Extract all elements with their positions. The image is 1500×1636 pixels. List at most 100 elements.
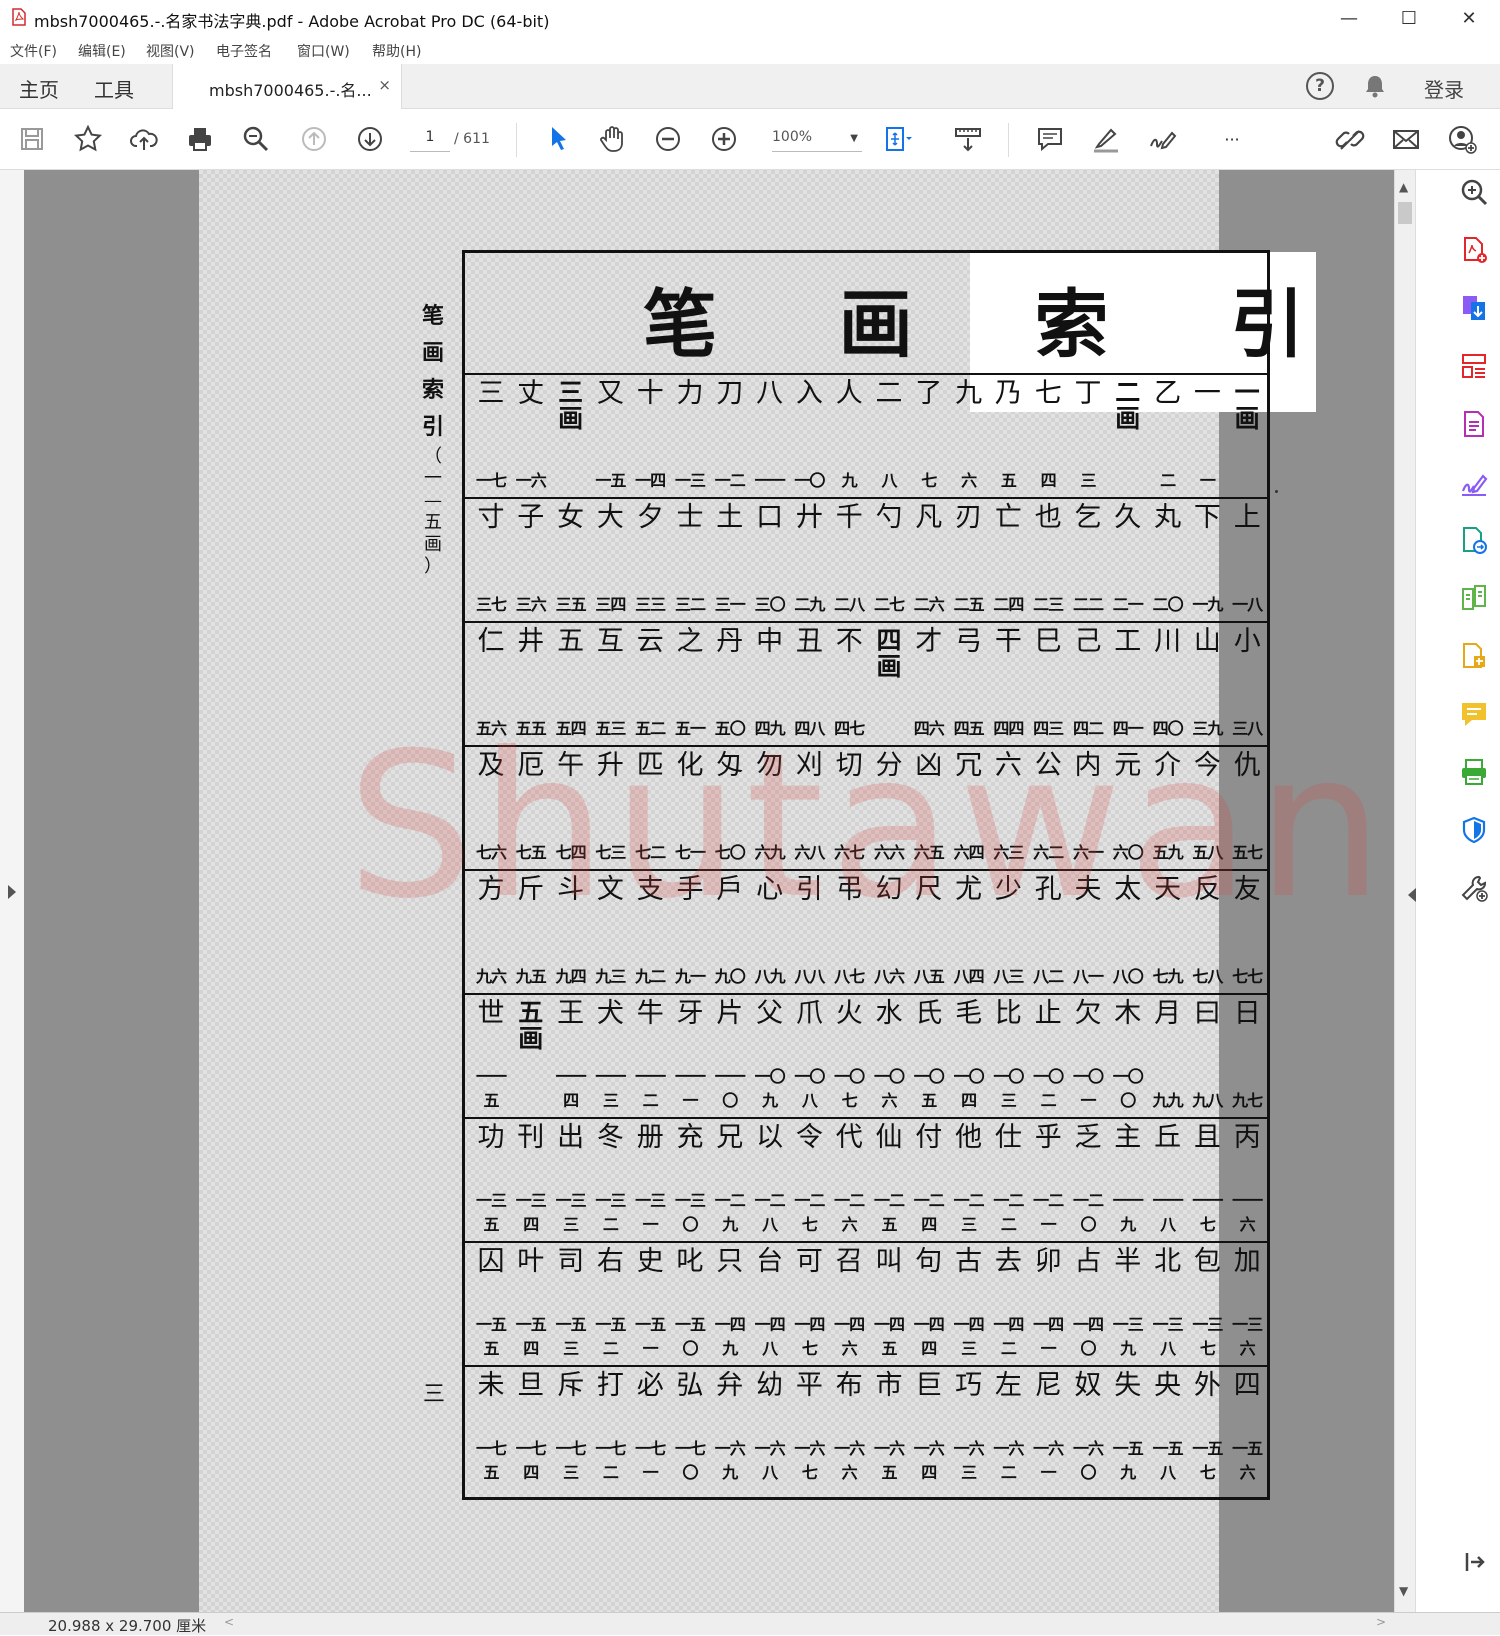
index-entry[interactable]: 史一五一 [630,1241,670,1365]
index-entry[interactable]: 犬一一三 [590,993,630,1117]
index-entry[interactable]: 乞二二 [1068,497,1108,621]
highlight-pen-icon[interactable] [1090,123,1122,155]
index-entry[interactable]: 打一七二 [590,1365,630,1489]
index-entry[interactable]: 水一〇六 [869,993,909,1117]
fit-page-icon[interactable] [882,123,914,155]
index-entry[interactable]: 刃二五 [949,497,989,621]
index-entry[interactable]: 充一三〇 [670,1117,710,1241]
page-number-input[interactable]: 1 [410,129,450,152]
index-entry[interactable]: 册一三一 [630,1117,670,1241]
index-entry[interactable]: 大三四 [590,497,630,621]
index-entry[interactable]: 女三五 [551,497,591,621]
notification-bell-icon[interactable] [1364,74,1386,98]
index-entry[interactable]: 可一四七 [789,1241,829,1365]
index-entry[interactable]: 仙一二五 [869,1117,909,1241]
share-link-icon[interactable] [1334,123,1366,155]
index-entry[interactable]: 土三一 [710,497,750,621]
compare-files-icon[interactable] [1458,582,1490,614]
index-entry[interactable]: 北一三八 [1148,1241,1188,1365]
index-entry[interactable]: 火一〇七 [829,993,869,1117]
index-entry[interactable]: 二八 [869,373,909,497]
menu-window[interactable]: 窗口(W) [297,41,350,61]
index-entry[interactable]: 下一九 [1187,497,1227,621]
help-icon[interactable]: ? [1306,72,1334,100]
index-entry[interactable]: 夕三三 [630,497,670,621]
index-entry[interactable]: 勺二七 [869,497,909,621]
collapse-right-pane-icon[interactable] [1408,888,1416,902]
index-entry[interactable]: 句一四四 [909,1241,949,1365]
edit-pdf-icon[interactable] [1458,408,1490,440]
index-entry[interactable]: 左一六二 [988,1365,1028,1489]
index-entry[interactable]: 市一六五 [869,1365,909,1489]
index-entry[interactable]: 加一三六 [1227,1241,1267,1365]
index-entry[interactable]: 九六 [949,373,989,497]
menu-edit[interactable]: 编辑(E) [78,41,126,61]
index-entry[interactable]: 牛一一二 [630,993,670,1117]
index-entry[interactable]: 古一四三 [949,1241,989,1365]
index-entry[interactable]: 半一三九 [1108,1241,1148,1365]
scroll-down-icon[interactable]: ▼ [1399,1584,1408,1598]
index-entry[interactable]: 代一二六 [829,1117,869,1241]
index-entry[interactable]: 出一三三 [551,1117,591,1241]
email-icon[interactable] [1390,123,1422,155]
menu-esign[interactable]: 电子签名 [216,41,272,61]
add-user-share-icon[interactable] [1446,123,1478,155]
index-entry[interactable]: 功一三五 [471,1117,511,1241]
index-entry[interactable]: 兄一二九 [710,1117,750,1241]
export-pdf-icon[interactable] [1458,292,1490,324]
zoom-level-select[interactable]: 100% ▼ [772,129,862,152]
more-tools-icon[interactable]: ··· [1216,123,1248,155]
index-entry[interactable]: 丙一一六 [1227,1117,1267,1241]
index-entry[interactable]: 毛一〇四 [949,993,989,1117]
index-entry[interactable]: 十一四 [630,373,670,497]
zoom-out-icon[interactable] [652,123,684,155]
index-entry[interactable]: 失一五九 [1108,1365,1148,1489]
index-entry[interactable]: 卯一四一 [1028,1241,1068,1365]
index-entry[interactable]: 去一四二 [988,1241,1028,1365]
index-entry[interactable]: 一一 [1187,373,1227,497]
scroll-thumb[interactable] [1398,202,1412,224]
index-entry[interactable]: 七四 [1028,373,1068,497]
index-entry[interactable]: 占一四〇 [1068,1241,1108,1365]
index-entry[interactable]: 只一四九 [710,1241,750,1365]
menu-file[interactable]: 文件(F) [10,41,57,61]
index-entry[interactable]: 父一〇九 [750,993,790,1117]
index-entry[interactable]: 召一四六 [829,1241,869,1365]
tab-tools[interactable]: 工具 [94,74,134,103]
next-page-icon[interactable] [354,123,386,155]
zoom-in-icon[interactable] [708,123,740,155]
previous-page-icon[interactable] [298,123,330,155]
index-entry[interactable]: 乏一二〇 [1068,1117,1108,1241]
index-entry[interactable]: 刊一三四 [511,1117,551,1241]
search-zoom-icon[interactable] [1458,176,1490,208]
index-entry[interactable]: 千二八 [829,497,869,621]
index-entry[interactable]: 丸二〇 [1148,497,1188,621]
index-entry[interactable]: 四一五六 [1227,1365,1267,1489]
login-button[interactable]: 登录 [1424,74,1464,103]
index-entry[interactable]: 乙二 [1148,373,1188,497]
index-entry[interactable]: 弘一七〇 [670,1365,710,1489]
index-entry[interactable]: 台一四八 [750,1241,790,1365]
index-entry[interactable]: 且一一七 [1187,1117,1227,1241]
close-window-button[interactable]: ✕ [1439,0,1499,36]
index-entry[interactable]: 布一六六 [829,1365,869,1489]
close-tab-icon[interactable]: × [378,76,391,94]
index-entry[interactable]: 平一六七 [789,1365,829,1489]
menu-help[interactable]: 帮助(H) [372,41,421,61]
index-entry[interactable]: 斥一七三 [551,1365,591,1489]
index-entry[interactable]: 旦一七四 [511,1365,551,1489]
save-icon[interactable] [16,123,48,155]
index-entry[interactable]: 未一七五 [471,1365,511,1489]
maximize-button[interactable]: ☐ [1379,0,1439,36]
scroll-up-icon[interactable]: ▲ [1399,180,1408,194]
index-entry[interactable]: 力一三 [670,373,710,497]
index-entry[interactable]: 曰九八 [1187,993,1227,1117]
scroll-mode-icon[interactable] [952,123,984,155]
index-entry[interactable]: 廾二九 [789,497,829,621]
protect-shield-icon[interactable] [1458,814,1490,846]
index-entry[interactable]: 以一二八 [750,1117,790,1241]
more-tools-wrench-icon[interactable] [1458,872,1490,904]
index-entry[interactable]: 了七 [909,373,949,497]
scroll-left-icon[interactable]: < [224,1615,234,1629]
comment-tool-icon[interactable] [1458,698,1490,730]
